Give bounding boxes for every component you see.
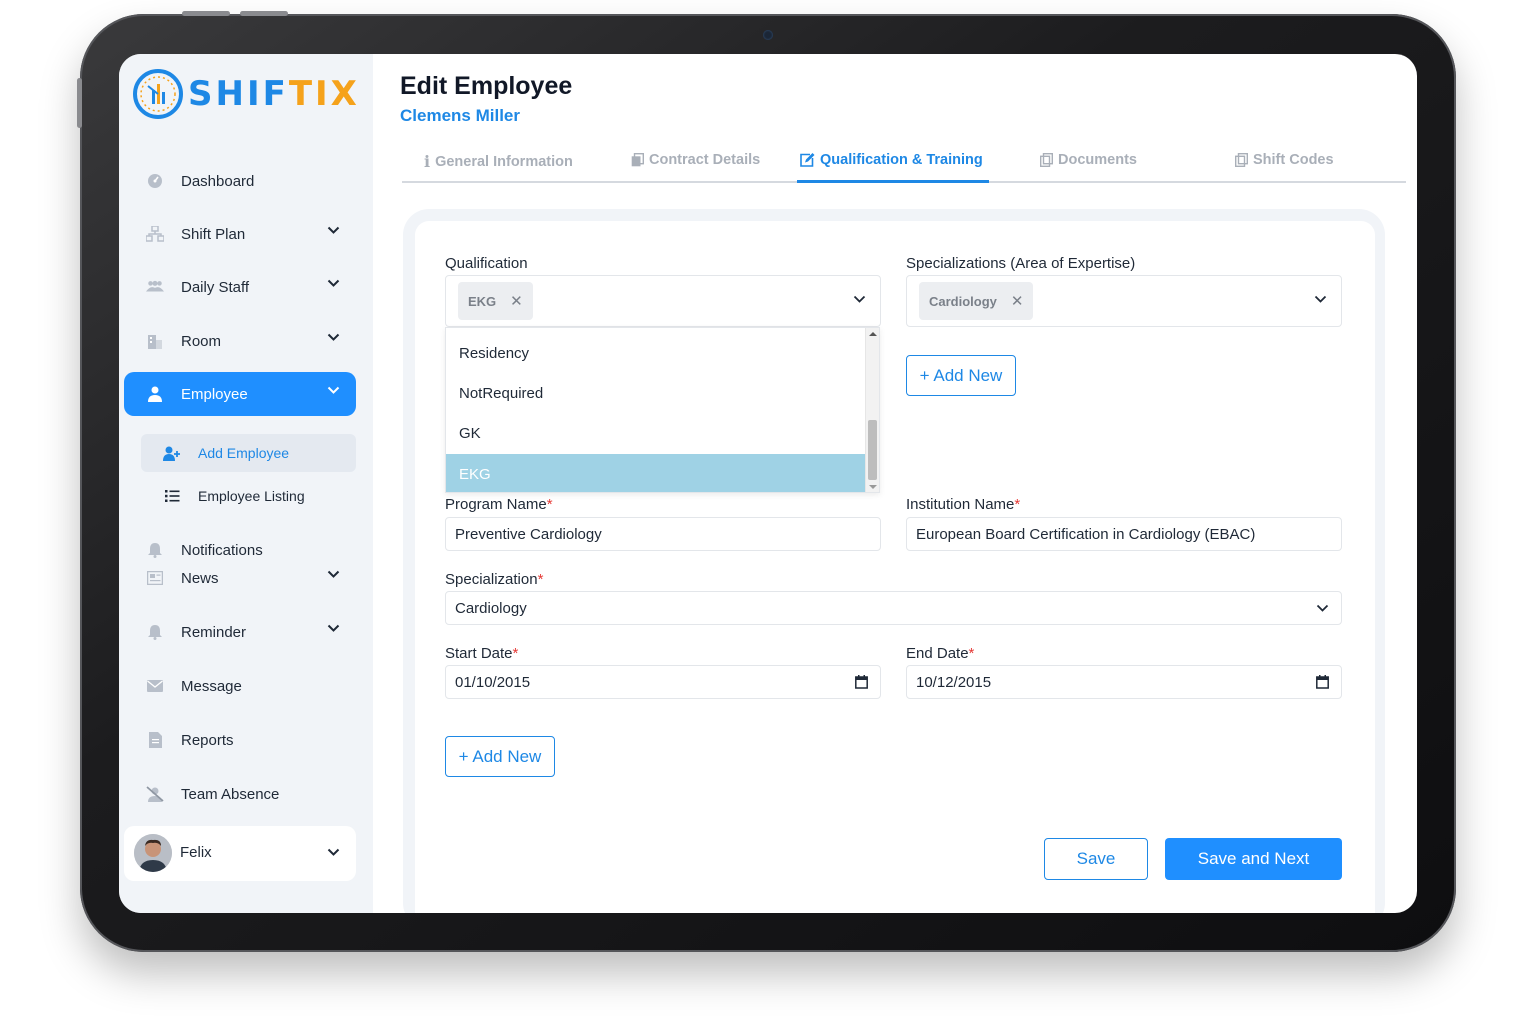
scroll-up-icon[interactable]	[869, 332, 877, 336]
sidebar-item-employee[interactable]: Employee	[124, 372, 356, 416]
dropdown-option[interactable]: NotRequired	[446, 373, 867, 413]
dropdown-scrollbar[interactable]	[865, 328, 879, 492]
qualification-label: Qualification	[445, 255, 528, 272]
tab-documents[interactable]: Documents	[1040, 152, 1137, 168]
envelope-icon	[146, 677, 164, 695]
page-title: Edit Employee	[400, 72, 573, 100]
dashboard-icon	[146, 172, 164, 190]
sidebar-item-message[interactable]: Message	[124, 664, 356, 708]
edit-icon	[800, 153, 815, 167]
chevron-down-icon[interactable]	[853, 295, 866, 304]
close-icon[interactable]: ✕	[1011, 292, 1024, 310]
chevron-down-icon[interactable]	[327, 848, 340, 857]
user-icon	[146, 385, 164, 403]
specialization-label: Specialization*	[445, 571, 544, 588]
sidebar-subitem-employee-listing[interactable]: Employee Listing	[141, 477, 356, 515]
qualification-chip: EKG ✕	[458, 282, 533, 320]
sidebar-item-shift-plan[interactable]: Shift Plan	[124, 212, 356, 256]
employee-name: Clemens Miller	[400, 106, 520, 125]
add-specialization-button[interactable]: + Add New	[906, 355, 1016, 396]
device-button	[240, 11, 288, 16]
institution-name-input[interactable]: European Board Certification in Cardiolo…	[906, 517, 1342, 551]
main-content: Edit Employee Clemens Miller i General I…	[373, 54, 1417, 913]
sidebar-item-news[interactable]: News	[124, 556, 356, 600]
calendar-icon[interactable]	[1316, 675, 1329, 689]
sidebar-item-reports[interactable]: Reports	[124, 718, 356, 762]
chevron-down-icon[interactable]	[1314, 295, 1327, 304]
building-icon	[146, 332, 164, 350]
close-icon[interactable]: ✕	[510, 292, 523, 310]
calendar-icon[interactable]	[855, 675, 868, 689]
app-screen: SHIFTIX Dashboard Shift Plan Daily Staff…	[119, 54, 1417, 913]
copy-icon	[1040, 153, 1053, 167]
sidebar-item-dashboard[interactable]: Dashboard	[124, 159, 356, 203]
users-icon	[146, 278, 164, 296]
tab-shift-codes[interactable]: Shift Codes	[1235, 152, 1334, 168]
chevron-down-icon[interactable]	[327, 624, 340, 633]
program-name-label: Program Name*	[445, 496, 553, 513]
start-date-label: Start Date*	[445, 645, 519, 662]
front-camera	[763, 30, 773, 40]
user-plus-icon	[163, 444, 181, 462]
chevron-down-icon[interactable]	[327, 386, 340, 395]
device-side-button	[77, 78, 82, 128]
specialization-chip: Cardiology ✕	[919, 282, 1034, 320]
sidebar-item-team-absence[interactable]: Team Absence	[124, 772, 356, 816]
specializations-label: Specializations (Area of Expertise)	[906, 255, 1136, 272]
copy-icon	[1235, 153, 1248, 167]
info-icon: i	[424, 152, 431, 171]
tab-general-information[interactable]: i General Information	[424, 152, 573, 171]
scroll-down-icon[interactable]	[869, 485, 877, 489]
save-button[interactable]: Save	[1044, 838, 1148, 880]
dropdown-option[interactable]: Residency	[446, 333, 867, 373]
end-date-label: End Date*	[906, 645, 975, 662]
dropdown-option-selected[interactable]: EKG	[446, 454, 867, 492]
chevron-down-icon[interactable]	[1316, 604, 1329, 613]
sidebar-item-room[interactable]: Room	[124, 319, 356, 363]
qualification-dropdown: Residency NotRequired GK EKG	[445, 327, 880, 493]
specializations-select[interactable]: Cardiology ✕	[906, 275, 1342, 327]
specialization-select[interactable]: Cardiology	[445, 591, 1342, 625]
avatar	[134, 834, 172, 872]
sidebar-item-daily-staff[interactable]: Daily Staff	[124, 265, 356, 309]
chevron-down-icon[interactable]	[327, 226, 340, 235]
tab-qualification-training[interactable]: Qualification & Training	[800, 152, 983, 168]
user-menu[interactable]: Felix	[124, 826, 356, 881]
start-date-input[interactable]: 01/10/2015	[445, 665, 881, 699]
chevron-down-icon[interactable]	[327, 333, 340, 342]
chevron-down-icon[interactable]	[327, 570, 340, 579]
scrollbar-thumb[interactable]	[868, 420, 877, 480]
save-and-next-button[interactable]: Save and Next	[1165, 838, 1342, 880]
list-icon	[163, 487, 181, 505]
newspaper-icon	[146, 569, 164, 587]
sidebar-item-reminder[interactable]: Reminder	[124, 610, 356, 654]
copy-icon	[631, 153, 644, 167]
device-button	[182, 11, 230, 16]
chevron-down-icon[interactable]	[327, 279, 340, 288]
app-logo[interactable]: SHIFTIX	[132, 68, 360, 120]
tab-bar: i General Information Contract Details Q…	[402, 142, 1406, 183]
add-qualification-button[interactable]: + Add New	[445, 736, 555, 777]
institution-name-label: Institution Name*	[906, 496, 1021, 513]
qualification-select[interactable]: EKG ✕	[445, 275, 881, 327]
sidebar-subitem-add-employee[interactable]: Add Employee	[141, 434, 356, 472]
sidebar: SHIFTIX Dashboard Shift Plan Daily Staff…	[119, 54, 373, 913]
dropdown-option[interactable]: GK	[446, 413, 867, 453]
sitemap-icon	[146, 225, 164, 243]
clock-logo-icon	[133, 69, 183, 119]
bell-icon	[146, 623, 164, 641]
end-date-input[interactable]: 10/12/2015	[906, 665, 1342, 699]
app-name: SHIFTIX	[188, 74, 360, 114]
program-name-input[interactable]: Preventive Cardiology	[445, 517, 881, 551]
tab-contract-details[interactable]: Contract Details	[631, 152, 760, 168]
file-icon	[146, 731, 164, 749]
user-slash-icon	[146, 785, 164, 803]
active-tab-indicator	[797, 180, 989, 183]
